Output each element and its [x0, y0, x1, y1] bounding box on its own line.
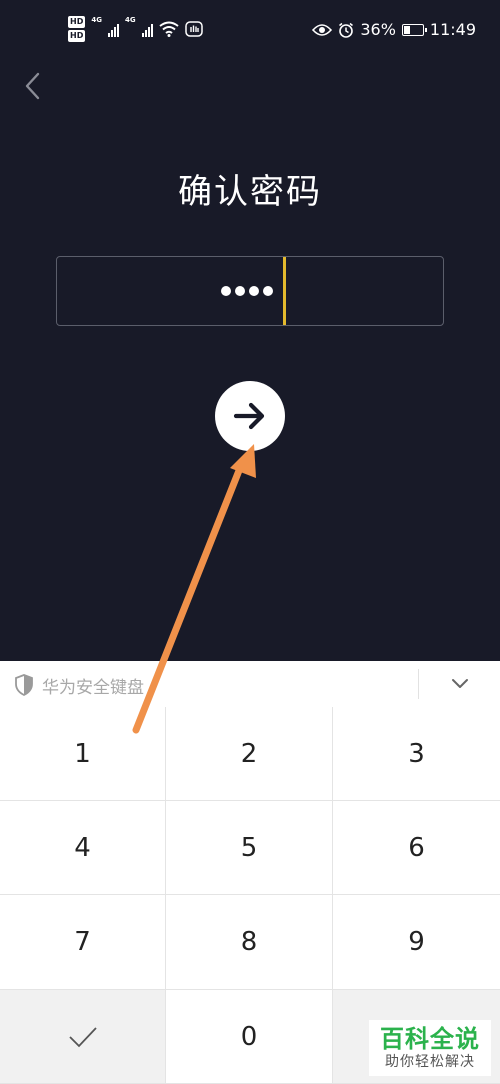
key-8[interactable]: 8 — [166, 895, 333, 990]
keyboard-header-divider — [418, 669, 419, 699]
battery-percent: 36% — [360, 20, 396, 39]
status-left: HD HD 4G 4G — [68, 16, 203, 42]
masked-password — [221, 286, 273, 296]
status-right: 36% 11:49 — [312, 20, 476, 39]
keyboard-header: 华为安全键盘 — [0, 661, 500, 708]
battery-fill — [403, 25, 410, 34]
key-confirm[interactable] — [0, 990, 166, 1084]
key-7[interactable]: 7 — [0, 895, 166, 990]
password-dot — [263, 286, 273, 296]
keyboard-collapse-button[interactable] — [446, 671, 474, 697]
key-4[interactable]: 4 — [0, 801, 166, 895]
chevron-left-icon — [25, 72, 40, 100]
key-5[interactable]: 5 — [166, 801, 333, 895]
page-title: 确认密码 — [178, 172, 322, 212]
key-1[interactable]: 1 — [0, 707, 166, 801]
hand-icon — [184, 21, 203, 37]
checkmark-icon — [68, 1026, 97, 1047]
clock-time: 11:49 — [429, 20, 476, 39]
eye-icon — [312, 23, 333, 36]
hd-badges: HD HD — [68, 16, 86, 42]
key-2[interactable]: 2 — [166, 707, 333, 801]
status-bar: HD HD 4G 4G 36% 11:49 — [0, 0, 500, 64]
key-0[interactable]: 0 — [166, 990, 333, 1084]
signal-icon-1 — [107, 21, 119, 37]
network-label-2: 4G — [124, 16, 136, 24]
watermark-tagline: 助你轻松解决 — [385, 1054, 475, 1070]
keyboard-title: 华为安全键盘 — [42, 678, 144, 698]
submit-button[interactable] — [215, 381, 285, 451]
password-dot — [235, 286, 245, 296]
hd-badge-1: HD — [68, 16, 86, 28]
password-dot — [249, 286, 259, 296]
password-input[interactable] — [56, 256, 444, 326]
watermark-brand: 百科全说 — [380, 1025, 480, 1053]
hd-badge-2: HD — [68, 30, 86, 42]
key-9[interactable]: 9 — [333, 895, 500, 990]
key-3[interactable]: 3 — [333, 707, 500, 801]
signal-icon-2 — [141, 21, 153, 37]
network-label-1: 4G — [91, 16, 102, 24]
arrow-right-icon — [233, 402, 265, 430]
alarm-icon — [339, 22, 354, 38]
text-caret — [283, 257, 286, 325]
battery-icon — [401, 23, 427, 36]
password-dot — [221, 286, 231, 296]
wifi-icon — [158, 21, 179, 37]
back-button[interactable] — [18, 68, 48, 104]
shield-icon — [15, 674, 33, 696]
chevron-down-icon — [452, 679, 468, 688]
watermark: 百科全说 助你轻松解决 — [369, 1020, 491, 1076]
key-6[interactable]: 6 — [333, 801, 500, 895]
